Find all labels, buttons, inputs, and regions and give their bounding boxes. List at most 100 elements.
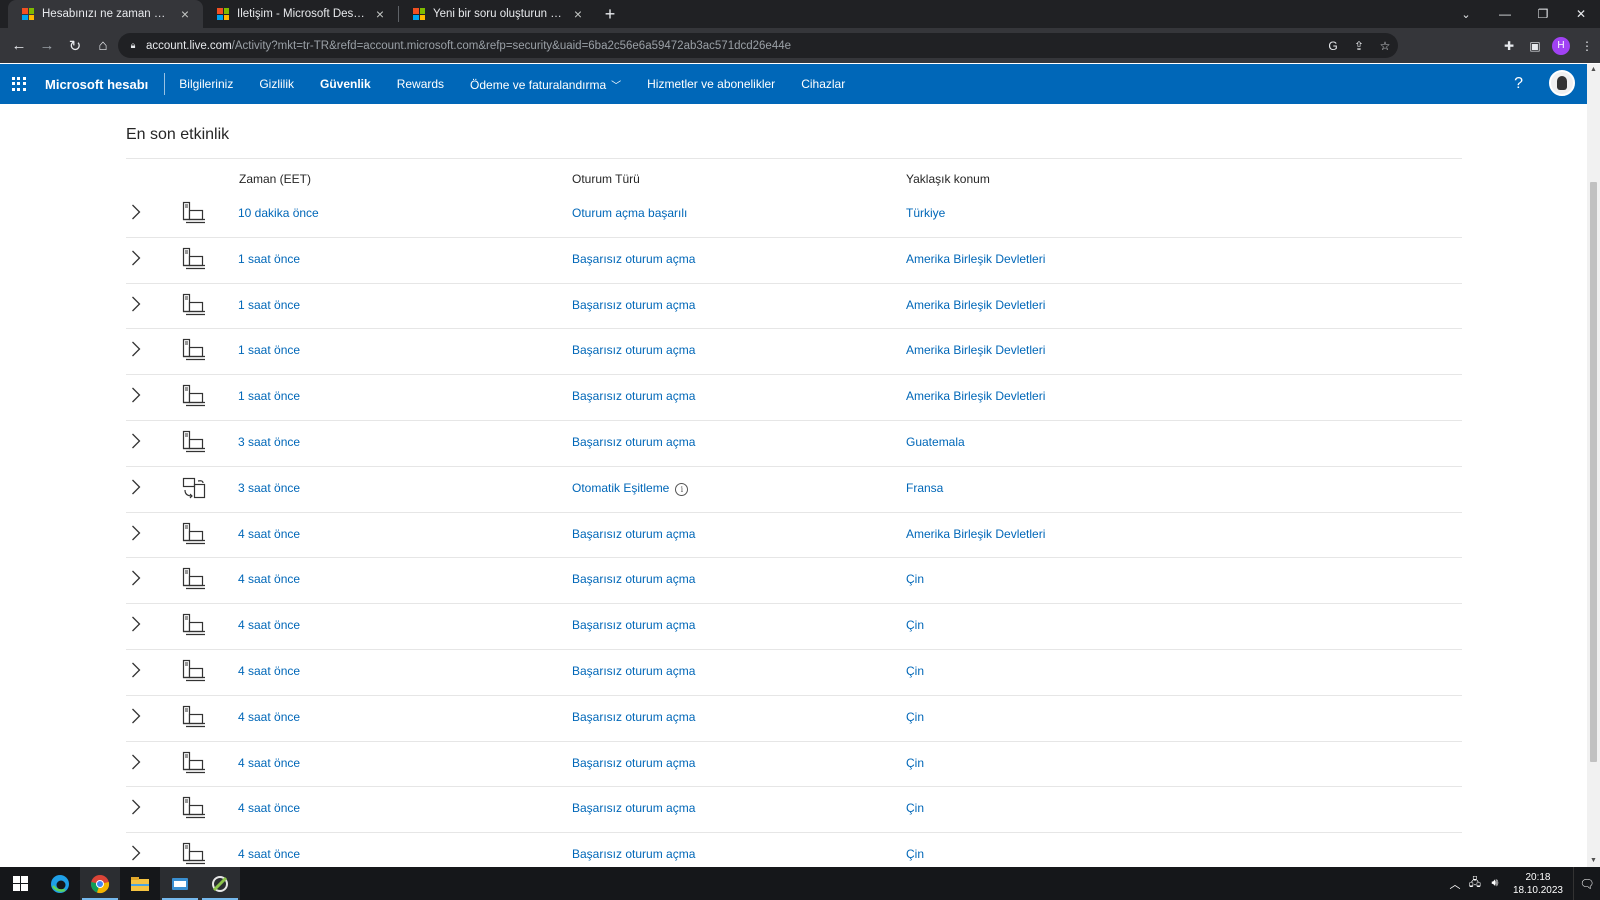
scroll-up-icon[interactable]: ▲ bbox=[1587, 64, 1600, 76]
forward-icon[interactable]: → bbox=[34, 33, 60, 59]
activity-location-link[interactable]: Amerika Birleşik Devletleri bbox=[906, 343, 1045, 357]
activity-type-link[interactable]: Başarısız oturum açma bbox=[572, 847, 695, 861]
app-icon[interactable] bbox=[200, 867, 240, 900]
activity-type-link[interactable]: Başarısız oturum açma bbox=[572, 343, 695, 357]
activity-location-link[interactable]: Amerika Birleşik Devletleri bbox=[906, 252, 1045, 266]
scroll-down-icon[interactable]: ▼ bbox=[1587, 855, 1600, 867]
window-close-icon[interactable]: ✕ bbox=[1562, 0, 1600, 28]
share-icon[interactable]: ⇪ bbox=[1346, 39, 1372, 53]
nav-link-guvenlik[interactable]: Güvenlik bbox=[320, 77, 371, 91]
close-icon[interactable]: × bbox=[570, 6, 586, 22]
activity-type-link[interactable]: Başarısız oturum açma bbox=[572, 756, 695, 770]
activity-time-link[interactable]: 4 saat önce bbox=[238, 527, 300, 541]
activity-type-link[interactable]: Başarısız oturum açma bbox=[572, 527, 695, 541]
tab-search-icon[interactable]: ⌄ bbox=[1452, 0, 1480, 28]
new-tab-icon[interactable]: + bbox=[596, 0, 624, 28]
nav-link-gizlilik[interactable]: Gizlilik bbox=[259, 77, 294, 91]
app-launcher-icon[interactable] bbox=[12, 77, 26, 91]
activity-location-link[interactable]: Amerika Birleşik Devletleri bbox=[906, 389, 1045, 403]
activity-time-link[interactable]: 4 saat önce bbox=[238, 618, 300, 632]
activity-time-link[interactable]: 4 saat önce bbox=[238, 664, 300, 678]
profile-avatar[interactable]: H bbox=[1552, 36, 1570, 55]
table-row[interactable]: 4 saat önce Başarısız oturum açma Çin bbox=[126, 558, 1462, 605]
activity-location-link[interactable]: Çin bbox=[906, 572, 924, 586]
info-icon[interactable]: i bbox=[675, 482, 689, 496]
bookmark-star-icon[interactable]: ☆ bbox=[1372, 39, 1398, 53]
activity-time-link[interactable]: 4 saat önce bbox=[238, 710, 300, 724]
table-row[interactable]: 1 saat önce Başarısız oturum açma Amerika … bbox=[126, 238, 1462, 284]
app-icon[interactable] bbox=[160, 867, 200, 900]
scrollbar-thumb[interactable] bbox=[1590, 182, 1597, 762]
activity-time-link[interactable]: 4 saat önce bbox=[238, 801, 300, 815]
browser-tab[interactable]: Hesabınızı ne zaman ve nerede k × bbox=[8, 0, 203, 28]
home-icon[interactable]: ⌂ bbox=[90, 33, 116, 59]
network-icon[interactable]: 🖧︎ bbox=[1465, 874, 1485, 893]
activity-location-link[interactable]: Amerika Birleşik Devletleri bbox=[906, 298, 1045, 312]
nav-link-rewards[interactable]: Rewards bbox=[397, 77, 444, 91]
chevron-right-icon[interactable] bbox=[126, 843, 146, 863]
extensions-icon[interactable]: ✚ bbox=[1496, 33, 1522, 59]
activity-type-link[interactable]: Otomatik Eşitleme i bbox=[572, 481, 689, 496]
nav-link-cihazlar[interactable]: Cihazlar bbox=[801, 77, 845, 91]
activity-location-link[interactable]: Çin bbox=[906, 710, 924, 724]
close-icon[interactable]: × bbox=[372, 6, 388, 22]
activity-location-link[interactable]: Çin bbox=[906, 847, 924, 861]
file-explorer-icon[interactable] bbox=[120, 867, 160, 900]
chevron-right-icon[interactable] bbox=[126, 431, 146, 451]
activity-type-link[interactable]: Başarısız oturum açma bbox=[572, 801, 695, 815]
table-row[interactable]: 4 saat önce Başarısız oturum açma Çin bbox=[126, 604, 1462, 650]
table-row[interactable]: 4 saat önce Başarısız oturum açma Çin bbox=[126, 787, 1462, 834]
table-row[interactable]: 1 saat önce Başarısız oturum açma Amerika … bbox=[126, 284, 1462, 330]
table-row[interactable]: 3 saat önce Otomatik Eşitleme i Fransa bbox=[126, 467, 1462, 513]
table-row[interactable]: 4 saat önce Başarısız oturum açma Çin bbox=[126, 742, 1462, 788]
browser-tab[interactable]: İletişim - Microsoft Desteği × bbox=[203, 0, 398, 28]
table-row[interactable]: 4 saat önce Başarısız oturum açma Çin bbox=[126, 833, 1462, 867]
chevron-right-icon[interactable] bbox=[126, 797, 146, 817]
table-row[interactable]: 1 saat önce Başarısız oturum açma Amerika … bbox=[126, 329, 1462, 376]
activity-time-link[interactable]: 1 saat önce bbox=[238, 252, 300, 266]
activity-type-link[interactable]: Başarısız oturum açma bbox=[572, 664, 695, 678]
chevron-right-icon[interactable] bbox=[126, 660, 146, 680]
browser-tab[interactable]: Yeni bir soru oluşturun veya bir t × bbox=[399, 0, 596, 28]
reload-icon[interactable]: ↻ bbox=[62, 33, 88, 59]
volume-icon[interactable]: 🔊︎ bbox=[1485, 877, 1505, 890]
clock[interactable]: 20:18 18.10.2023 bbox=[1513, 871, 1563, 897]
activity-time-link[interactable]: 4 saat önce bbox=[238, 847, 300, 861]
table-row[interactable]: 4 saat önce Başarısız oturum açma Çin bbox=[126, 650, 1462, 696]
table-row[interactable]: 4 saat önce Başarısız oturum açma Çin bbox=[126, 696, 1462, 742]
chevron-right-icon[interactable] bbox=[126, 523, 146, 543]
chevron-right-icon[interactable] bbox=[126, 568, 146, 588]
chevron-right-icon[interactable] bbox=[126, 248, 146, 268]
close-icon[interactable]: × bbox=[177, 6, 193, 22]
activity-type-link[interactable]: Başarısız oturum açma bbox=[572, 572, 695, 586]
address-bar[interactable]: 🔒︎ account.live.com/Activity?mkt=tr-TR&r… bbox=[118, 33, 1398, 58]
chevron-right-icon[interactable] bbox=[126, 202, 146, 222]
activity-location-link[interactable]: Türkiye bbox=[906, 206, 945, 220]
activity-location-link[interactable]: Çin bbox=[906, 756, 924, 770]
chevron-right-icon[interactable] bbox=[126, 385, 146, 405]
help-icon[interactable]: ? bbox=[1514, 75, 1523, 93]
nav-link-bilgileriniz[interactable]: Bilgileriniz bbox=[179, 77, 233, 91]
google-icon[interactable]: G bbox=[1320, 39, 1346, 53]
activity-time-link[interactable]: 3 saat önce bbox=[238, 435, 300, 449]
edge-icon[interactable] bbox=[40, 867, 80, 900]
show-hidden-icons-icon[interactable]: ︿ bbox=[1445, 876, 1465, 892]
chevron-right-icon[interactable] bbox=[126, 752, 146, 772]
user-avatar[interactable] bbox=[1549, 70, 1575, 96]
activity-time-link[interactable]: 1 saat önce bbox=[238, 298, 300, 312]
activity-location-link[interactable]: Çin bbox=[906, 618, 924, 632]
activity-type-link[interactable]: Oturum açma başarılı bbox=[572, 206, 687, 220]
activity-location-link[interactable]: Amerika Birleşik Devletleri bbox=[906, 527, 1045, 541]
activity-type-link[interactable]: Başarısız oturum açma bbox=[572, 298, 695, 312]
chrome-icon[interactable] bbox=[80, 867, 120, 900]
chevron-right-icon[interactable] bbox=[126, 294, 146, 314]
start-button[interactable] bbox=[0, 867, 40, 900]
activity-location-link[interactable]: Guatemala bbox=[906, 435, 965, 449]
brand-link[interactable]: Microsoft hesabı bbox=[45, 77, 148, 92]
activity-type-link[interactable]: Başarısız oturum açma bbox=[572, 252, 695, 266]
chevron-right-icon[interactable] bbox=[126, 339, 146, 359]
activity-time-link[interactable]: 4 saat önce bbox=[238, 756, 300, 770]
table-row[interactable]: 3 saat önce Başarısız oturum açma Guatemal… bbox=[126, 421, 1462, 467]
table-row[interactable]: 10 dakika önce Oturum açma başarılı Türkiy… bbox=[126, 192, 1462, 238]
activity-type-link[interactable]: Başarısız oturum açma bbox=[572, 710, 695, 724]
